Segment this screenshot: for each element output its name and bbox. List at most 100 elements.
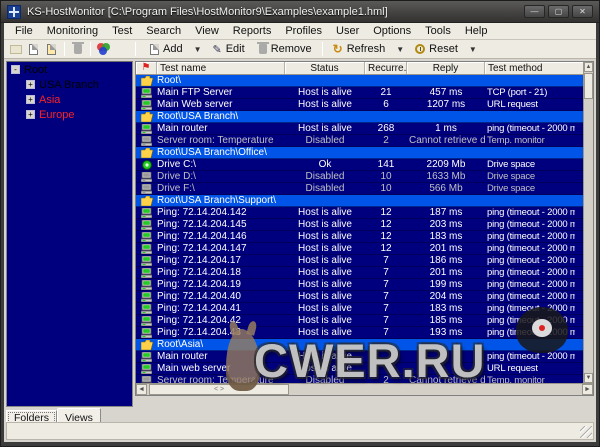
column-header-test-method[interactable]: Test method: [485, 62, 593, 74]
tree-item-usa-branch[interactable]: +USA Branch: [7, 77, 132, 92]
host-alive-icon: [136, 256, 157, 266]
menu-item-options[interactable]: Options: [366, 24, 418, 38]
refresh-dropdown-arrow[interactable]: ▼: [393, 45, 407, 54]
table-row[interactable]: Ping: 72.14.204.17Host is alive7186 mspi…: [136, 255, 583, 267]
add-dropdown-arrow[interactable]: ▼: [191, 45, 205, 54]
horizontal-scrollbar[interactable]: ◄ < > ►: [136, 383, 593, 395]
column-header-test-name[interactable]: Test name: [157, 62, 285, 74]
table-row[interactable]: Ping: 72.14.204.146Host is alive12183 ms…: [136, 231, 583, 243]
new-test-icon[interactable]: [26, 42, 41, 56]
column-header-reply[interactable]: Reply: [407, 62, 485, 74]
import-icon[interactable]: [44, 42, 59, 56]
group-row[interactable]: Root\USA Branch\: [136, 111, 583, 123]
menu-item-search[interactable]: Search: [139, 24, 188, 38]
tree-item-asia[interactable]: +Asia: [7, 92, 132, 107]
host-alive-icon: [136, 244, 157, 254]
test-toolbar: Add ▼ ✎ Edit Remove ↻ Refresh ▼: [138, 40, 480, 58]
vertical-scroll-thumb[interactable]: [584, 73, 593, 99]
table-row[interactable]: Ping: 72.14.204.142Host is alive12187 ms…: [136, 207, 583, 219]
priority-column-header[interactable]: ⚑: [136, 62, 157, 74]
column-header-recurrences[interactable]: Recurre...: [365, 62, 407, 74]
edit-button[interactable]: ✎ Edit: [207, 41, 251, 58]
menu-item-monitoring[interactable]: Monitoring: [40, 24, 105, 38]
table-row[interactable]: Ping: 72.14.204.145Host is alive12203 ms…: [136, 219, 583, 231]
horizontal-scroll-track[interactable]: < >: [147, 384, 582, 395]
table-row[interactable]: Ping: 72.14.204.40Host is alive7204 mspi…: [136, 291, 583, 303]
table-row[interactable]: Ping: 72.14.204.147Host is alive12201 ms…: [136, 243, 583, 255]
add-icon: [150, 44, 159, 55]
refresh-button[interactable]: ↻ Refresh: [327, 40, 392, 58]
menu-item-test[interactable]: Test: [105, 24, 139, 38]
table-row[interactable]: Ping: 72.14.204.19Host is alive7199 mspi…: [136, 279, 583, 291]
table-row[interactable]: Server room: TemperatureDisabled2Cannot …: [136, 135, 583, 147]
table-row[interactable]: Main FTP ServerHost is alive21457 msTCP …: [136, 87, 583, 99]
expand-icon[interactable]: +: [26, 80, 35, 89]
reset-dropdown-arrow[interactable]: ▼: [466, 45, 480, 54]
test-recurrences: 7: [365, 279, 407, 290]
scroll-down-icon[interactable]: ▼: [584, 373, 593, 383]
maximize-button[interactable]: ▢: [548, 5, 569, 18]
menu-item-help[interactable]: Help: [458, 24, 495, 38]
host-alive-icon: [136, 268, 157, 278]
add-button[interactable]: Add: [144, 41, 189, 57]
table-row[interactable]: Main routerHost is aliveping (timeout - …: [136, 351, 583, 363]
new-folder-icon[interactable]: [8, 42, 23, 56]
remove-button[interactable]: Remove: [253, 41, 318, 57]
test-status: Host is alive: [285, 315, 365, 326]
reset-icon: [415, 44, 425, 54]
group-path: Root\USA Branch\: [157, 111, 238, 122]
delete-icon[interactable]: [70, 42, 85, 56]
group-row[interactable]: Root\Asia\: [136, 339, 583, 351]
test-reply: 201 ms: [407, 267, 485, 278]
tree-item-europe[interactable]: +Europe: [7, 107, 132, 122]
scroll-right-icon[interactable]: ►: [582, 384, 593, 395]
group-row[interactable]: Root\: [136, 75, 583, 87]
host-disabled-icon: [136, 184, 157, 194]
resize-grip[interactable]: [580, 426, 592, 438]
table-row[interactable]: Drive C:\Ok1412209 MbDrive space: [136, 159, 583, 171]
table-row[interactable]: Ping: 72.14.204.18Host is alive7201 mspi…: [136, 267, 583, 279]
close-button[interactable]: ✕: [572, 5, 593, 18]
test-name: Ping: 72.14.204.41: [157, 303, 285, 314]
test-reply: 199 ms: [407, 279, 485, 290]
folder-tree-panel[interactable]: -Root+USA Branch+Asia+Europe: [6, 61, 133, 407]
scroll-left-icon[interactable]: ◄: [136, 384, 147, 395]
host-alive-icon: [136, 328, 157, 338]
scroll-up-icon[interactable]: ▲: [584, 62, 593, 72]
test-name: Ping: 72.14.204.145: [157, 219, 285, 230]
table-row[interactable]: Main routerHost is alive2681 msping (tim…: [136, 123, 583, 135]
menu-item-tools[interactable]: Tools: [418, 24, 458, 38]
reset-button[interactable]: Reset: [409, 41, 464, 57]
test-recurrences: 10: [365, 171, 407, 182]
tree-item-root[interactable]: -Root: [7, 62, 132, 77]
table-row[interactable]: Ping: 72.14.204.42Host is alive7185 mspi…: [136, 315, 583, 327]
menu-item-profiles[interactable]: Profiles: [278, 24, 329, 38]
column-header-status[interactable]: Status: [285, 62, 365, 74]
test-reply: 204 ms: [407, 291, 485, 302]
test-status: Host is alive: [285, 207, 365, 218]
menu-item-user[interactable]: User: [329, 24, 366, 38]
title-bar[interactable]: KS-HostMonitor [C:\Program Files\HostMon…: [1, 1, 599, 23]
group-row[interactable]: Root\USA Branch\Support\: [136, 195, 583, 207]
table-row[interactable]: Drive D:\Disabled101633 MbDrive space: [136, 171, 583, 183]
table-row[interactable]: Ping: 72.14.204.43Host is alive7193 mspi…: [136, 327, 583, 339]
test-name: Server room: Temperature: [157, 375, 285, 383]
table-row[interactable]: Main web serverHost is aliveURL request: [136, 363, 583, 375]
color-profiles-icon[interactable]: [96, 42, 111, 56]
horizontal-scroll-thumb[interactable]: < >: [149, 384, 289, 395]
table-row[interactable]: Ping: 72.14.204.41Host is alive7183 mspi…: [136, 303, 583, 315]
expand-icon[interactable]: +: [26, 95, 35, 104]
expand-icon[interactable]: +: [26, 110, 35, 119]
table-row[interactable]: Drive F:\Disabled10566 MbDrive space: [136, 183, 583, 195]
minimize-button[interactable]: —: [524, 5, 545, 18]
menu-item-view[interactable]: View: [188, 24, 226, 38]
group-row[interactable]: Root\USA Branch\Office\: [136, 147, 583, 159]
test-reply: 186 ms: [407, 255, 485, 266]
host-alive-icon: [136, 292, 157, 302]
menu-item-file[interactable]: File: [8, 24, 40, 38]
table-row[interactable]: Main Web serverHost is alive61207 msURL …: [136, 99, 583, 111]
collapse-icon[interactable]: -: [11, 65, 20, 74]
menu-item-reports[interactable]: Reports: [226, 24, 279, 38]
table-row[interactable]: Server room: TemperatureDisabled2Cannot …: [136, 375, 583, 383]
vertical-scrollbar[interactable]: ▲ ▼: [583, 62, 593, 383]
